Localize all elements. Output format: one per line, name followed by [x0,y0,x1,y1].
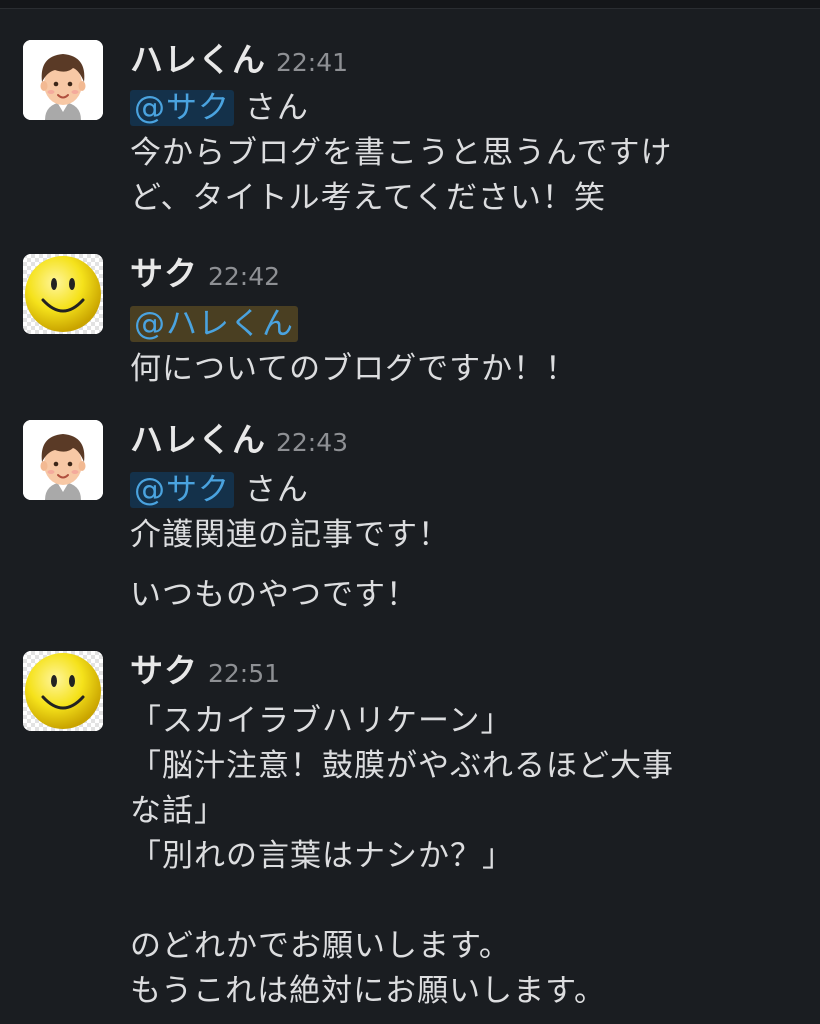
message-text-line: な話」 [130,793,226,829]
message-body: @サク さん 今からブログを書こうと思うんですけ ど、タイトル考えてください！笑 [130,86,810,221]
sender-name[interactable]: ハレくん [130,40,266,79]
timestamp[interactable]: 22:41 [276,48,348,77]
sender-name[interactable]: サク [130,651,198,690]
message-header: サク 22:42 [130,254,280,300]
message-body: 「スカイラブハリケーン」 「脳汁注意！鼓膜がやぶれるほど大事 な話」 「別れの言… [130,699,810,1014]
timestamp[interactable]: 22:51 [208,659,280,688]
mention-line: @ハレくん [130,302,810,347]
self-mention-link[interactable]: @ハレくん [130,306,298,342]
mention-line: @サク さん [130,468,810,513]
sender-name[interactable]: ハレくん [130,420,266,459]
smiley-avatar-icon[interactable] [23,254,103,334]
message-text-line: 介護関連の記事です！ [130,517,450,553]
message-text-line: 何についてのブログですか！！ [130,351,578,387]
message-text-line: 「スカイラブハリケーン」 [130,703,513,739]
sender-name[interactable]: サク [130,254,198,293]
message-body: @ハレくん 何についてのブログですか！！ [130,302,810,392]
mention-link[interactable]: @サク [130,90,234,126]
message-text-line: いつものやつです！ [130,577,418,613]
timestamp[interactable]: 22:43 [276,428,348,457]
message-body: @サク さん 介護関連の記事です！ いつものやつです！ [130,468,810,618]
message-text-line: 「別れの言葉はナシか？」 [130,838,514,874]
mention-suffix: さん [234,90,309,126]
message-text-line: ど、タイトル考えてください！笑 [130,180,606,216]
message-header: サク 22:51 [130,651,280,697]
mention-suffix: さん [234,472,309,508]
top-divider [0,0,820,9]
message-text-line: もうこれは絶対にお願いします。 [130,973,606,1009]
message-header: ハレくん 22:41 [130,40,348,86]
message-header: ハレくん 22:43 [130,420,348,466]
boy-avatar-icon[interactable] [23,40,103,120]
timestamp[interactable]: 22:42 [208,262,280,291]
message-text-line: 今からブログを書こうと思うんですけ [130,135,673,171]
message-text-line: 「脳汁注意！鼓膜がやぶれるほど大事 [130,748,674,784]
message-text-line: のどれかでお願いします。 [130,928,511,964]
mention-line: @サク さん [130,86,810,131]
smiley-avatar-icon[interactable] [23,651,103,731]
mention-link[interactable]: @サク [130,472,234,508]
boy-avatar-icon[interactable] [23,420,103,500]
